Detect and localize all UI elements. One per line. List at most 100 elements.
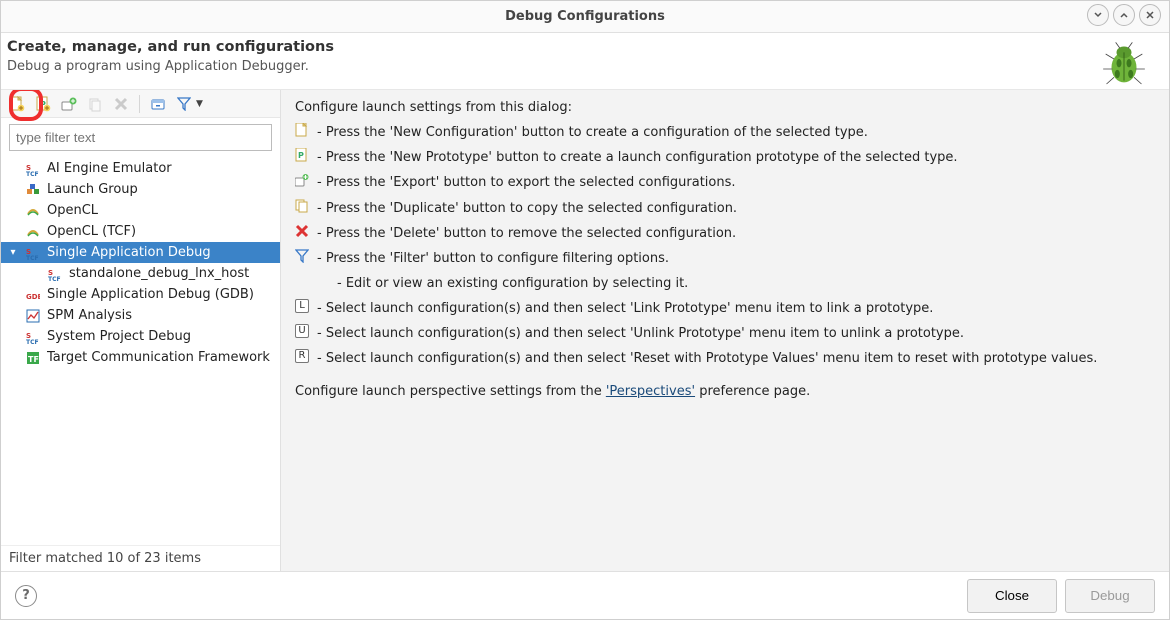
new-prototype-button[interactable]: P: [31, 93, 55, 115]
dialog-body: P: [1, 90, 1169, 571]
config-tree[interactable]: STCF AI Engine Emulator Launch Group OpenCL…: [1, 157, 280, 545]
twisty-icon[interactable]: ▾: [7, 247, 19, 258]
tree-item-label: Single Application Debug (GDB): [47, 287, 254, 302]
instruction-row: - Edit or view an existing configuration…: [295, 274, 1155, 294]
export-icon: [295, 173, 309, 187]
dialog-title: Debug Configurations: [505, 9, 665, 24]
instruction-row: - Press the 'Duplicate' button to copy t…: [295, 199, 1155, 219]
tree-item-label: Target Communication Framework: [47, 350, 270, 365]
node-icon: [25, 308, 41, 324]
tree-item[interactable]: TF Target Communication Framework: [1, 347, 280, 368]
instruction-row: R - Select launch configuration(s) and t…: [295, 349, 1155, 369]
tree-item[interactable]: GDB Single Application Debug (GDB): [1, 284, 280, 305]
perspectives-link[interactable]: 'Perspectives': [606, 384, 695, 399]
instruction-row: - Press the 'New Configuration' button t…: [295, 123, 1155, 143]
info-intro: Configure launch settings from this dial…: [295, 98, 1155, 118]
tree-item-label: Single Application Debug: [47, 245, 211, 260]
instruction-text: - Press the 'Export' button to export th…: [317, 173, 736, 193]
tree-item[interactable]: STCF standalone_debug_lnx_host: [1, 263, 280, 284]
export-button[interactable]: [57, 93, 81, 115]
svg-text:GDB: GDB: [26, 293, 40, 301]
new-doc-icon: [295, 123, 309, 137]
new-proto-icon: P: [295, 148, 309, 162]
toolbar-separator: [139, 95, 140, 113]
filter-container: [9, 124, 272, 151]
instruction-text: - Select launch configuration(s) and the…: [317, 299, 933, 319]
debug-button[interactable]: Debug: [1065, 579, 1155, 613]
instruction-text: - Press the 'New Prototype' button to cr…: [317, 148, 958, 168]
node-icon: [25, 203, 41, 219]
titlebar: Debug Configurations: [1, 1, 1169, 33]
tree-item-label: System Project Debug: [47, 329, 191, 344]
tree-item-label: OpenCL: [47, 203, 98, 218]
tree-item-label: SPM Analysis: [47, 308, 132, 323]
info-outro: Configure launch perspective settings fr…: [295, 382, 1155, 402]
key-U-icon: U: [295, 324, 309, 338]
instruction-row: - Press the 'Export' button to export th…: [295, 173, 1155, 193]
instruction-text: - Edit or view an existing configuration…: [337, 274, 688, 294]
minimize-icon[interactable]: [1087, 4, 1109, 26]
instruction-text: - Select launch configuration(s) and the…: [317, 324, 964, 344]
help-button[interactable]: ?: [15, 585, 37, 607]
tree-item-label: Launch Group: [47, 182, 138, 197]
duplicate-button: [83, 93, 107, 115]
header-subtitle: Debug a program using Application Debugg…: [7, 59, 334, 74]
instruction-row: - Press the 'Delete' button to remove th…: [295, 224, 1155, 244]
node-icon: STCF: [47, 266, 63, 282]
instruction-row: P - Press the 'New Prototype' button to …: [295, 148, 1155, 168]
node-icon: STCF: [25, 329, 41, 345]
svg-text:TCF: TCF: [26, 171, 39, 176]
maximize-icon[interactable]: [1113, 4, 1135, 26]
window-controls: [1087, 4, 1161, 26]
node-icon: STCF: [25, 245, 41, 261]
header: Create, manage, and run configurations D…: [1, 33, 1169, 90]
tree-item-label: AI Engine Emulator: [47, 161, 172, 176]
close-icon[interactable]: [1139, 4, 1161, 26]
tree-item-label: OpenCL (TCF): [47, 224, 136, 239]
svg-text:TCF: TCF: [26, 255, 39, 260]
key-L-icon: L: [295, 299, 309, 313]
new-configuration-button[interactable]: [5, 93, 29, 115]
delete-button: [109, 93, 133, 115]
key-R-icon: R: [295, 349, 309, 363]
node-icon: GDB: [25, 287, 41, 303]
svg-text:P: P: [298, 151, 304, 160]
instruction-text: - Press the 'Delete' button to remove th…: [317, 224, 736, 244]
filter-button[interactable]: [172, 93, 196, 115]
chevron-down-icon[interactable]: ▼: [196, 99, 203, 109]
tree-item[interactable]: OpenCL (TCF): [1, 221, 280, 242]
svg-text:TF: TF: [28, 355, 39, 364]
instruction-row: L - Select launch configuration(s) and t…: [295, 299, 1155, 319]
info-panel: Configure launch settings from this dial…: [281, 90, 1169, 571]
close-button[interactable]: Close: [967, 579, 1057, 613]
instruction-row: U - Select launch configuration(s) and t…: [295, 324, 1155, 344]
collapse-all-button[interactable]: [146, 93, 170, 115]
instruction-text: - Press the 'Duplicate' button to copy t…: [317, 199, 737, 219]
node-icon: [25, 182, 41, 198]
left-panel: P: [1, 90, 281, 571]
header-title: Create, manage, and run configurations: [7, 39, 334, 55]
tree-item[interactable]: SPM Analysis: [1, 305, 280, 326]
instruction-row: - Press the 'Filter' button to configure…: [295, 249, 1155, 269]
bug-icon: [1099, 39, 1149, 89]
filter-icon: [295, 249, 309, 263]
duplicate-icon: [295, 199, 309, 213]
instruction-text: - Press the 'New Configuration' button t…: [317, 123, 868, 143]
node-icon: [25, 224, 41, 240]
filter-input[interactable]: [9, 124, 272, 151]
dialog-debug-configurations: Debug Configurations Create, manage, and…: [0, 0, 1170, 620]
tree-item-label: standalone_debug_lnx_host: [69, 266, 249, 281]
instruction-text: - Select launch configuration(s) and the…: [317, 349, 1097, 369]
tree-item[interactable]: STCF AI Engine Emulator: [1, 158, 280, 179]
tree-item[interactable]: Launch Group: [1, 179, 280, 200]
svg-text:TCF: TCF: [48, 276, 61, 281]
footer: ? Close Debug: [1, 571, 1169, 619]
left-toolbar: P: [1, 90, 280, 118]
tree-item[interactable]: ▾ STCF Single Application Debug: [1, 242, 280, 263]
node-icon: STCF: [25, 161, 41, 177]
tree-item[interactable]: STCF System Project Debug: [1, 326, 280, 347]
delete-icon: [295, 224, 309, 238]
svg-text:TCF: TCF: [26, 339, 39, 344]
tree-item[interactable]: OpenCL: [1, 200, 280, 221]
instruction-text: - Press the 'Filter' button to configure…: [317, 249, 669, 269]
